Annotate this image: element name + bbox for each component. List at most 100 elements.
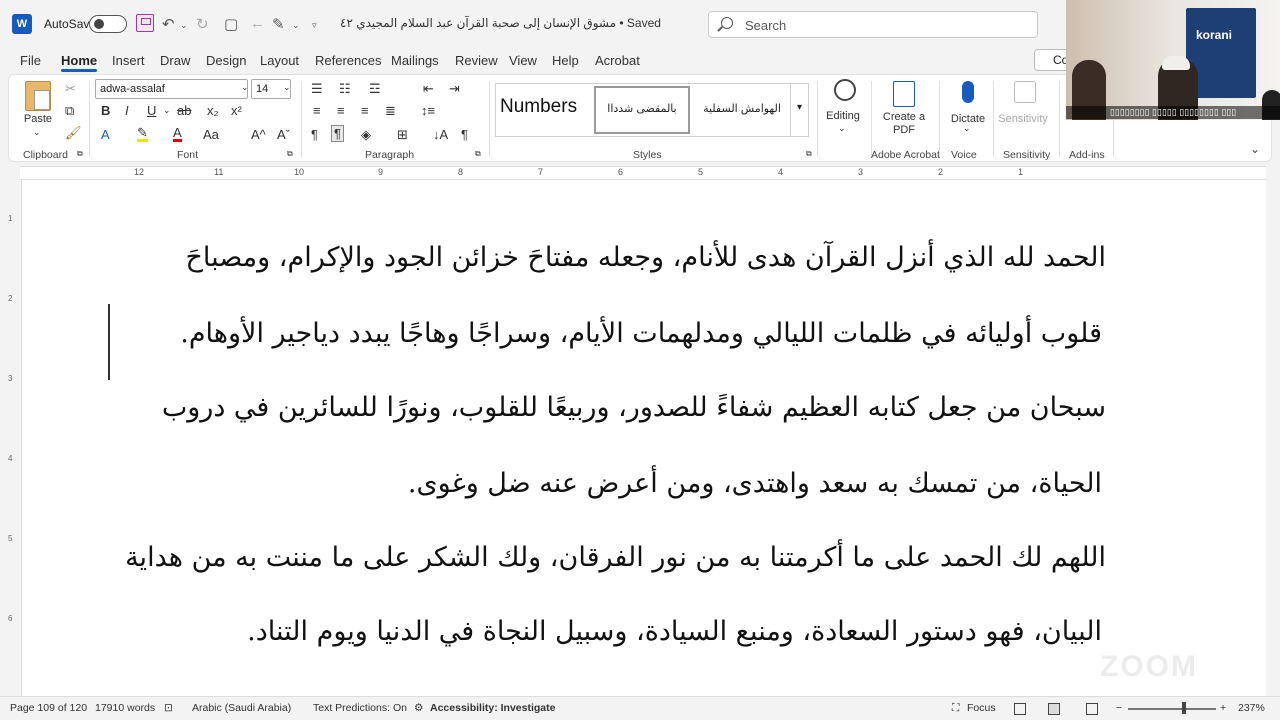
- page-count[interactable]: Page 109 of 120: [10, 702, 87, 714]
- font-name-select[interactable]: adwa-assalaf: [95, 79, 248, 99]
- style-footnotes[interactable]: الهوامش السفلية: [694, 86, 790, 134]
- ribbon-collapse-icon[interactable]: ⌄: [1250, 142, 1260, 156]
- web-layout-icon[interactable]: [1086, 703, 1098, 715]
- redo-icon[interactable]: ↻: [196, 15, 209, 33]
- format-painter-icon[interactable]: ✎: [272, 15, 285, 33]
- bullets-icon[interactable]: ☰: [311, 81, 323, 97]
- video-feed-overlay[interactable]: korani ▯▯▯▯▯▯▯▯ ▯▯▯▯▯ ▯▯▯▯▯▯▯▯ ▯▯▯: [1066, 0, 1280, 120]
- superscript-icon[interactable]: x²: [231, 103, 242, 118]
- clipboard-launcher-icon[interactable]: ⧉: [77, 149, 83, 159]
- proofing-icon[interactable]: ⊡: [164, 702, 173, 714]
- text-effects-icon[interactable]: A: [101, 127, 110, 142]
- print-layout-icon[interactable]: [1048, 703, 1060, 715]
- font-dropdown-icon[interactable]: ⌄: [241, 82, 249, 93]
- sensitivity-icon[interactable]: [1014, 81, 1036, 103]
- tab-draw[interactable]: Draw: [160, 53, 190, 68]
- tab-acrobat[interactable]: Acrobat: [595, 53, 640, 68]
- text-predictions[interactable]: Text Predictions: On: [313, 702, 407, 714]
- back-arrow-icon[interactable]: ←: [250, 15, 265, 32]
- format-dropdown-icon[interactable]: ⌄: [292, 20, 300, 31]
- sort-icon[interactable]: ↓A: [433, 127, 448, 142]
- zoom-slider[interactable]: [1128, 708, 1216, 710]
- text-line[interactable]: سبحان من جعل كتابه العظيم شفاءً للصدور، …: [62, 392, 1106, 423]
- paragraph-launcher-icon[interactable]: ⧉: [475, 149, 481, 159]
- create-pdf-icon[interactable]: [893, 81, 915, 107]
- tab-references[interactable]: References: [315, 53, 381, 68]
- editing-search-icon[interactable]: [834, 79, 856, 101]
- horizontal-ruler[interactable]: 12 11 10 9 8 7 6 5 4 3 2 1: [20, 166, 1266, 180]
- strikethrough-icon[interactable]: ab: [177, 103, 191, 118]
- align-left-icon[interactable]: ≡: [313, 103, 321, 118]
- autosave-toggle[interactable]: [89, 15, 127, 33]
- tab-design[interactable]: Design: [206, 53, 246, 68]
- line-spacing-icon[interactable]: ↕≡: [421, 103, 435, 118]
- tab-mailings[interactable]: Mailings: [391, 53, 439, 68]
- undo-icon[interactable]: ↶: [162, 15, 175, 33]
- save-icon[interactable]: [136, 14, 154, 32]
- focus-label[interactable]: Focus: [967, 702, 996, 714]
- shading-icon[interactable]: ◈: [361, 127, 371, 143]
- text-line[interactable]: الحمد لله الذي أنزل القرآن هدى للأنام، و…: [62, 242, 1106, 273]
- show-marks-icon[interactable]: ¶: [461, 127, 468, 142]
- dictate-dropdown-icon[interactable]: ⌄: [963, 123, 971, 134]
- zoom-slider-thumb[interactable]: [1182, 702, 1186, 714]
- styles-launcher-icon[interactable]: ⧉: [806, 149, 812, 159]
- search-box[interactable]: Search: [708, 11, 1038, 38]
- underline-dropdown-icon[interactable]: ⌄: [163, 105, 171, 116]
- subscript-icon[interactable]: x₂: [207, 103, 219, 118]
- language-indicator[interactable]: Arabic (Saudi Arabia): [192, 702, 291, 714]
- microphone-icon[interactable]: [962, 81, 974, 103]
- align-center-icon[interactable]: ≡: [337, 103, 345, 118]
- ltr-icon[interactable]: ¶: [311, 127, 318, 142]
- justify-icon[interactable]: ≣: [385, 103, 396, 119]
- document-canvas[interactable]: الحمد لله الذي أنزل القرآن هدى للأنام، و…: [22, 180, 1266, 696]
- editing-label[interactable]: Editing: [821, 110, 865, 123]
- tab-view[interactable]: View: [509, 53, 537, 68]
- change-case-icon[interactable]: Aa: [203, 127, 219, 142]
- text-line[interactable]: قلوب أوليائه في ظلمات الليالي ومدلهمات ا…: [180, 318, 1102, 349]
- style-numbers[interactable]: Numbers: [496, 84, 592, 136]
- multilevel-list-icon[interactable]: ☲: [369, 81, 381, 97]
- new-document-icon[interactable]: ▢: [224, 15, 238, 33]
- read-mode-icon[interactable]: [1014, 703, 1026, 715]
- customize-toolbar-icon[interactable]: ▿: [312, 20, 317, 31]
- grow-font-icon[interactable]: A^: [251, 127, 266, 142]
- text-line[interactable]: الحياة، من تمسك به سعد واهتدى، ومن أعرض …: [408, 468, 1102, 499]
- tab-layout[interactable]: Layout: [260, 53, 299, 68]
- size-dropdown-icon[interactable]: ⌄: [283, 82, 291, 93]
- align-right-icon[interactable]: ≡: [361, 103, 369, 118]
- styles-more-icon[interactable]: ▾: [790, 84, 808, 136]
- format-painter-brush-icon[interactable]: 🖌: [65, 125, 82, 141]
- cut-icon[interactable]: ✂: [65, 81, 76, 97]
- tab-review[interactable]: Review: [455, 53, 498, 68]
- word-count[interactable]: 17910 words: [95, 702, 155, 714]
- numbering-icon[interactable]: ☷: [339, 81, 351, 97]
- tab-insert[interactable]: Insert: [112, 53, 145, 68]
- shrink-font-icon[interactable]: Aˇ: [277, 127, 290, 142]
- editing-dropdown-icon[interactable]: ⌄: [838, 123, 846, 134]
- increase-indent-icon[interactable]: ⇥: [449, 81, 460, 97]
- undo-dropdown-icon[interactable]: ⌄: [180, 20, 188, 31]
- document-page[interactable]: الحمد لله الذي أنزل القرآن هدى للأنام، و…: [22, 180, 1266, 696]
- text-line[interactable]: البيان، فهو دستور السعادة، ومنبع السيادة…: [247, 616, 1102, 647]
- font-launcher-icon[interactable]: ⧉: [287, 149, 293, 159]
- style-selected[interactable]: بالمقضى شدداا: [594, 86, 690, 134]
- zoom-out-icon[interactable]: −: [1116, 702, 1122, 714]
- decrease-indent-icon[interactable]: ⇤: [423, 81, 434, 97]
- create-pdf-label[interactable]: Create a PDF: [879, 111, 929, 137]
- underline-icon[interactable]: U: [147, 103, 156, 118]
- paste-icon[interactable]: [25, 81, 51, 111]
- highlight-icon[interactable]: ✎: [137, 126, 148, 142]
- focus-icon[interactable]: ⛶: [952, 702, 959, 715]
- accessibility-status[interactable]: Accessibility: Investigate: [430, 702, 555, 714]
- paste-dropdown-icon[interactable]: ⌄: [33, 127, 41, 138]
- tab-file[interactable]: File: [20, 53, 41, 68]
- sensitivity-label[interactable]: Sensitivity: [997, 113, 1049, 126]
- document-title[interactable]: مشوق الإنسان إلى صحبة القرآن عبد السلام …: [340, 16, 661, 30]
- vertical-scrollbar[interactable]: [1266, 180, 1280, 696]
- borders-icon[interactable]: ⊞: [397, 127, 408, 143]
- accessibility-icon[interactable]: ⚙: [414, 702, 423, 714]
- bold-icon[interactable]: B: [101, 103, 110, 118]
- vertical-ruler[interactable]: 1 2 3 4 5 6: [0, 180, 22, 696]
- text-line[interactable]: اللهم لك الحمد على ما أكرمتنا به من نور …: [62, 542, 1106, 573]
